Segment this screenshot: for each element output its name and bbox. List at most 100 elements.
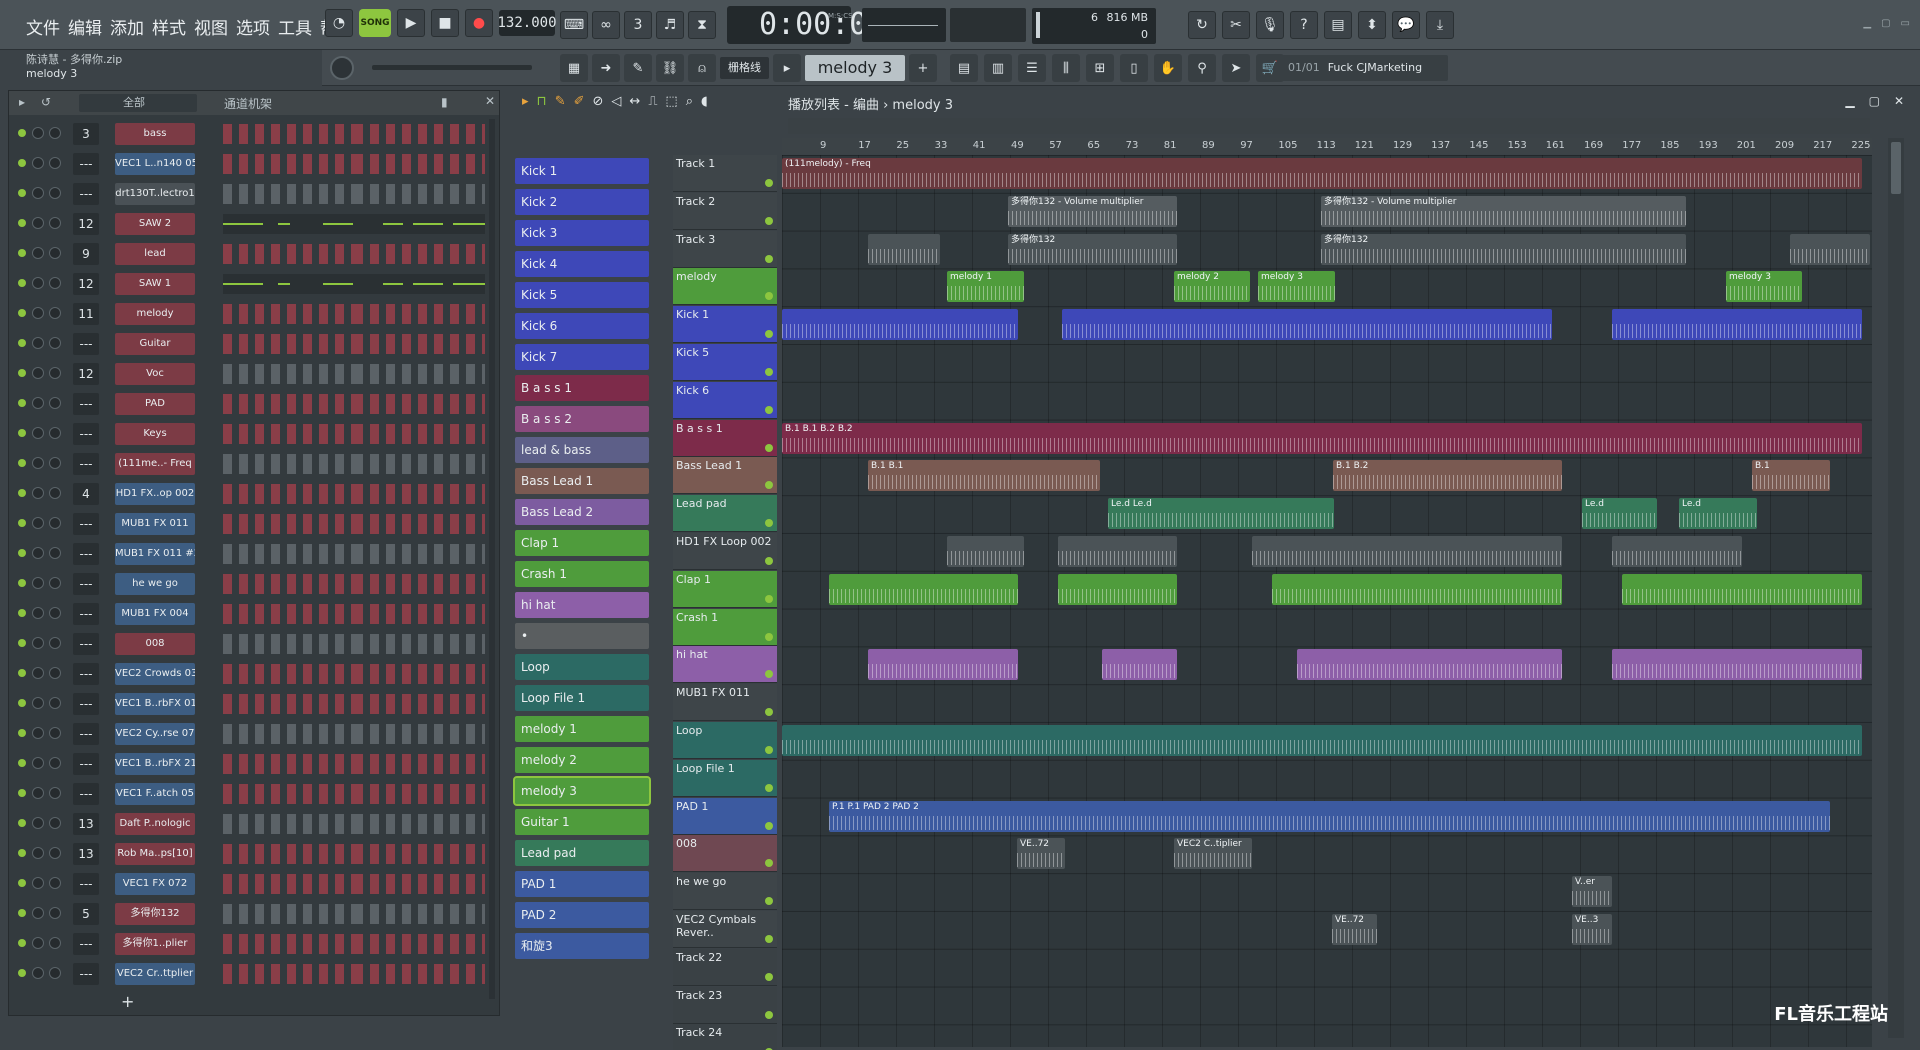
playlist-clip[interactable] bbox=[1622, 573, 1862, 605]
pattern-item[interactable]: Bass Lead 1 bbox=[515, 468, 649, 494]
pattern-item[interactable]: B a s s 1 bbox=[515, 375, 649, 401]
playlist-clip[interactable]: 多得你132 - Volume multiplier bbox=[1321, 195, 1686, 227]
playlist-clip[interactable] bbox=[782, 725, 1862, 756]
channel-led[interactable] bbox=[18, 189, 26, 197]
channel-pan-knob[interactable] bbox=[32, 727, 44, 739]
channel-mixer-track[interactable]: 4 bbox=[73, 483, 99, 505]
channel-led[interactable] bbox=[18, 549, 26, 557]
master-pitch-slider[interactable] bbox=[950, 8, 1026, 42]
channel-steps[interactable] bbox=[223, 394, 485, 414]
touch-controller-icon[interactable]: ✋ bbox=[1154, 54, 1182, 82]
channel-volume-knob[interactable] bbox=[49, 457, 61, 469]
channel-mixer-track[interactable]: 13 bbox=[73, 813, 99, 835]
pattern-item[interactable]: lead & bass bbox=[515, 437, 649, 463]
link-icon[interactable]: ⛓ bbox=[656, 54, 684, 82]
channel-name-button[interactable]: SAW 1 bbox=[115, 273, 195, 295]
playlist-arrow-icon[interactable]: ▸ bbox=[522, 94, 529, 109]
rack-scrollbar[interactable] bbox=[489, 119, 495, 999]
channel-name-button[interactable]: MUB1 FX 004 bbox=[115, 603, 195, 625]
channel-volume-knob[interactable] bbox=[49, 727, 61, 739]
playlist-maximize-icon[interactable]: ▢ bbox=[1869, 94, 1880, 108]
master-slider[interactable] bbox=[372, 65, 532, 70]
channel-led[interactable] bbox=[18, 279, 26, 287]
channel-volume-knob[interactable] bbox=[49, 847, 61, 859]
channel-volume-knob[interactable] bbox=[49, 697, 61, 709]
track-header[interactable]: hi hat bbox=[673, 646, 777, 684]
channel-mixer-track[interactable]: 12 bbox=[73, 273, 99, 295]
track-header[interactable]: MUB1 FX 011 bbox=[673, 684, 777, 722]
track-header[interactable]: Loop File 1 bbox=[673, 759, 777, 797]
playlist-close-icon[interactable]: ✕ bbox=[1894, 94, 1904, 108]
channel-led[interactable] bbox=[18, 819, 26, 827]
channel-graph[interactable] bbox=[223, 214, 485, 234]
pattern-item[interactable]: Lead pad bbox=[515, 840, 649, 866]
playlist-clip[interactable]: P.1 P.1 PAD 2 PAD 2 bbox=[829, 800, 1830, 832]
channel-pan-knob[interactable] bbox=[32, 667, 44, 679]
pattern-prev-icon[interactable]: ▸ bbox=[773, 54, 801, 82]
track-enable-led[interactable] bbox=[765, 1010, 773, 1019]
playlist-clip[interactable]: melody 1 bbox=[947, 271, 1024, 303]
track-header[interactable]: Track 22 bbox=[673, 948, 777, 986]
channel-led[interactable] bbox=[18, 579, 26, 587]
channel-led[interactable] bbox=[18, 759, 26, 767]
channel-steps[interactable] bbox=[223, 154, 485, 174]
channel-volume-knob[interactable] bbox=[49, 277, 61, 289]
cut-icon[interactable]: ✂ bbox=[1222, 11, 1250, 39]
channel-led[interactable] bbox=[18, 849, 26, 857]
save-icon[interactable]: ▤ bbox=[1324, 11, 1352, 39]
pattern-item[interactable]: Kick 1 bbox=[515, 158, 649, 184]
countdown-icon[interactable]: ⧗ bbox=[688, 11, 716, 39]
channel-steps[interactable] bbox=[223, 754, 485, 774]
channel-steps[interactable] bbox=[223, 244, 485, 264]
paint-icon[interactable]: ✐ bbox=[574, 94, 585, 109]
playlist-clip[interactable] bbox=[1252, 536, 1562, 567]
menu-item-5[interactable]: 选项 bbox=[236, 14, 270, 39]
channel-name-button[interactable]: melody bbox=[115, 303, 195, 325]
track-enable-led[interactable] bbox=[765, 330, 773, 339]
playlist-clip[interactable] bbox=[1612, 536, 1742, 567]
timeline-ruler[interactable]: 9 17 25 33 41 49 57 65 73 81 89 97 105 113 121 129 137 14… bbox=[782, 138, 1872, 154]
channel-pan-knob[interactable] bbox=[32, 967, 44, 979]
channel-graph[interactable] bbox=[223, 274, 485, 294]
track-header[interactable]: Track 23 bbox=[673, 986, 777, 1024]
channel-pan-knob[interactable] bbox=[32, 307, 44, 319]
plugin-icon[interactable]: ▯ bbox=[1120, 54, 1148, 82]
channel-mixer-track[interactable]: 3 bbox=[73, 123, 99, 145]
pattern-item[interactable]: melody 1 bbox=[515, 716, 649, 742]
channel-led[interactable] bbox=[18, 339, 26, 347]
menu-item-1[interactable]: 编辑 bbox=[68, 14, 102, 39]
channel-pan-knob[interactable] bbox=[32, 547, 44, 559]
playlist-clip[interactable]: B.1 B.2 bbox=[1333, 460, 1562, 492]
channel-pan-knob[interactable] bbox=[32, 607, 44, 619]
channel-pan-knob[interactable] bbox=[32, 577, 44, 589]
step-edit-icon[interactable]: 3 bbox=[624, 11, 652, 39]
channel-name-button[interactable]: PAD bbox=[115, 393, 195, 415]
track-header[interactable]: Track 2 bbox=[673, 192, 777, 230]
channel-name-button[interactable]: MUB1 FX 011 #2 bbox=[115, 543, 195, 565]
playlist-clip[interactable]: VE..72 bbox=[1332, 914, 1377, 945]
channel-volume-knob[interactable] bbox=[49, 667, 61, 679]
channel-mixer-track[interactable]: --- bbox=[73, 393, 99, 415]
track-header[interactable]: Loop bbox=[673, 722, 777, 759]
track-header[interactable]: HD1 FX Loop 002 bbox=[673, 533, 777, 570]
channel-mixer-track[interactable]: --- bbox=[73, 933, 99, 955]
channel-volume-knob[interactable] bbox=[49, 247, 61, 259]
pattern-item[interactable]: Crash 1 bbox=[515, 561, 649, 587]
channel-led[interactable] bbox=[18, 639, 26, 647]
channel-led[interactable] bbox=[18, 129, 26, 137]
channel-name-button[interactable]: VEC2 Cr..ttplier bbox=[115, 963, 195, 985]
playback-icon[interactable]: ◖ bbox=[701, 94, 708, 109]
menu-item-0[interactable]: 文件 bbox=[26, 14, 60, 39]
channel-led[interactable] bbox=[18, 789, 26, 797]
playlist-horizontal-scrollbar[interactable] bbox=[788, 118, 1870, 134]
channel-led[interactable] bbox=[18, 489, 26, 497]
channel-volume-knob[interactable] bbox=[49, 397, 61, 409]
undo-history-icon[interactable]: ↻ bbox=[1188, 11, 1216, 39]
channel-steps[interactable] bbox=[223, 904, 485, 924]
channel-name-button[interactable]: HD1 FX..op 002 bbox=[115, 483, 195, 505]
channel-steps[interactable] bbox=[223, 574, 485, 594]
playlist-clip[interactable]: 多得你132 bbox=[1008, 233, 1177, 265]
channel-name-button[interactable]: VEC1 B..rbFX 01 bbox=[115, 693, 195, 715]
playlist-grid[interactable]: (111melody) - Freq 多得你132 - Volume multip… bbox=[782, 155, 1872, 1047]
channel-pan-knob[interactable] bbox=[32, 427, 44, 439]
